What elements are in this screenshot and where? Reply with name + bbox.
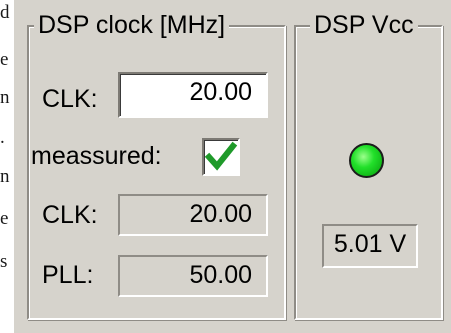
measured-clk-value: 20.00	[118, 194, 268, 236]
pll-label: PLL:	[42, 261, 94, 289]
vcc-status-led-icon	[349, 143, 384, 178]
measured-clk-label: CLK:	[42, 201, 98, 229]
strip-letter: e	[0, 49, 9, 70]
clk-input[interactable]: 20.00	[118, 72, 268, 118]
strip-letter: n	[0, 166, 10, 187]
dsp-clock-group-title: DSP clock [MHz]	[34, 10, 230, 40]
pll-value: 50.00	[118, 255, 268, 297]
strip-letter: e	[0, 208, 9, 229]
dsp-panel: DSP clock [MHz] CLK: 20.00 meassured: CL…	[14, 0, 451, 333]
vcc-voltage-value: 5.01 V	[322, 224, 418, 268]
strip-letter: n	[0, 87, 10, 108]
left-partial-text-strip: d e n . n e s	[0, 0, 14, 333]
measured-label: meassured:	[31, 142, 162, 170]
checkmark-icon	[204, 141, 238, 171]
clk-label: CLK:	[42, 85, 98, 113]
strip-letter: .	[0, 127, 5, 148]
dsp-vcc-group-title: DSP Vcc	[310, 10, 418, 40]
strip-letter: s	[0, 251, 8, 272]
measured-checkbox[interactable]	[202, 138, 240, 176]
strip-letter: d	[0, 2, 10, 23]
